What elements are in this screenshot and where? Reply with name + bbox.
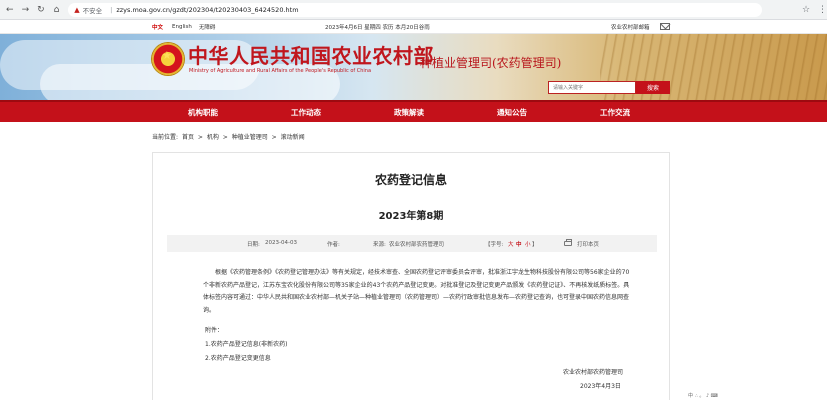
breadcrumb-prefix: 当前位置: [152, 134, 179, 141]
security-label[interactable]: 不安全 [83, 5, 103, 15]
top-info-strip: 中文 English 无障碍 2023年4月6日 星期四 农历 本月20日谷雨 … [0, 20, 827, 34]
browser-toolbar: ← → ↻ ⌂ ▲ 不安全 | zzys.moa.gov.cn/gzdt/202… [0, 0, 827, 20]
article-body: 根据《农药管理条例》《农药登记管理办法》等有关规定，经技术审查、全国农药登记评审… [203, 267, 635, 317]
breadcrumb-news[interactable]: 滚动新闻 [281, 134, 305, 141]
accessibility-link[interactable]: 无障碍 [199, 23, 216, 31]
font-size-large[interactable]: 大 [508, 240, 514, 248]
bookmark-star-icon[interactable]: ☆ [802, 5, 810, 15]
address-bar[interactable]: ▲ 不安全 | zzys.moa.gov.cn/gzdt/202304/t202… [68, 2, 762, 17]
publish-date: 2023-04-03 [265, 240, 297, 246]
article-meta-bar: 日期: 2023-04-03 作者: 来源: 农业农村部农药管理司 【字号: 大… [167, 235, 657, 252]
breadcrumb: 当前位置: 首页 > 机构 > 种植业管理司 > 滚动新闻 [152, 134, 305, 141]
font-size-small[interactable]: 小 [525, 240, 531, 248]
national-emblem-icon: ★ [152, 43, 184, 75]
warning-icon[interactable]: ▲ [74, 6, 79, 14]
nav-item-jigou[interactable]: 机构职能 [188, 107, 218, 118]
reload-icon[interactable]: ↻ [35, 4, 47, 16]
search-button[interactable]: 搜索 [636, 81, 670, 94]
breadcrumb-org[interactable]: 机构 [207, 134, 219, 141]
signature-date: 2023年4月3日 [580, 383, 621, 390]
nav-item-zhengce[interactable]: 政策解读 [394, 107, 424, 118]
article-title: 农药登记信息 [374, 173, 447, 187]
mail-link[interactable]: 农业农村部邮箱 [611, 23, 650, 31]
article-container: 农药登记信息 2023年第8期 日期: 2023-04-03 作者: 来源: 农… [152, 152, 670, 400]
main-navigation: 机构职能 工作动态 政策解读 通知公告 工作交流 [0, 100, 827, 122]
search-input[interactable] [548, 81, 636, 94]
department-title: 种植业管理司(农药管理司) [420, 56, 562, 70]
nav-item-jiaoliu[interactable]: 工作交流 [600, 107, 630, 118]
header-banner: ★ 中华人民共和国农业农村部 Ministry of Agriculture a… [0, 34, 827, 100]
article-paragraph: 根据《农药管理条例》《农药登记管理办法》等有关规定，经技术审查、全国农药登记评审… [203, 269, 630, 314]
back-icon[interactable]: ← [4, 4, 16, 16]
home-icon[interactable]: ⌂ [51, 4, 63, 16]
breadcrumb-home[interactable]: 首页 [182, 134, 194, 141]
font-size-medium[interactable]: 中 [516, 240, 522, 248]
lang-english-link[interactable]: English [172, 24, 192, 30]
menu-kebab-icon[interactable]: ⋮ [818, 5, 827, 15]
attachment-label: 附件： [205, 327, 224, 334]
url-text[interactable]: zzys.moa.gov.cn/gzdt/202304/t20230403_64… [116, 6, 298, 14]
site-title-english: Ministry of Agriculture and Rural Affair… [189, 68, 372, 74]
article-subtitle: 2023年第8期 [378, 211, 444, 222]
current-date: 2023年4月6日 星期四 农历 本月20日谷雨 [325, 24, 430, 31]
nav-item-gongzuo[interactable]: 工作动态 [291, 107, 321, 118]
mail-icon[interactable] [660, 23, 670, 30]
nav-item-tongzhi[interactable]: 通知公告 [497, 107, 527, 118]
system-tray: 中 ∴ 。 ♪ ⌨ [688, 393, 718, 399]
lang-chinese-link[interactable]: 中文 [152, 23, 163, 31]
source-label: 来源: [373, 242, 386, 248]
source-value: 农业农村部农药管理司 [389, 242, 445, 248]
attachment-link-2[interactable]: 2.农药产品登记变更信息 [205, 353, 271, 362]
date-label: 日期: [247, 242, 260, 248]
breadcrumb-dept[interactable]: 种植业管理司 [232, 134, 268, 141]
print-link[interactable]: 打印本页 [577, 240, 599, 248]
attachment-link-1[interactable]: 1.农药产品登记信息(非新农药) [205, 339, 287, 348]
site-title: 中华人民共和国农业农村部 [188, 44, 434, 68]
font-size-label: 【字号: [485, 242, 504, 248]
forward-icon[interactable]: → [20, 4, 32, 16]
author-label: 作者: [327, 242, 340, 248]
print-icon[interactable] [564, 239, 572, 246]
signature-org: 农业农村部农药管理司 [563, 369, 624, 376]
